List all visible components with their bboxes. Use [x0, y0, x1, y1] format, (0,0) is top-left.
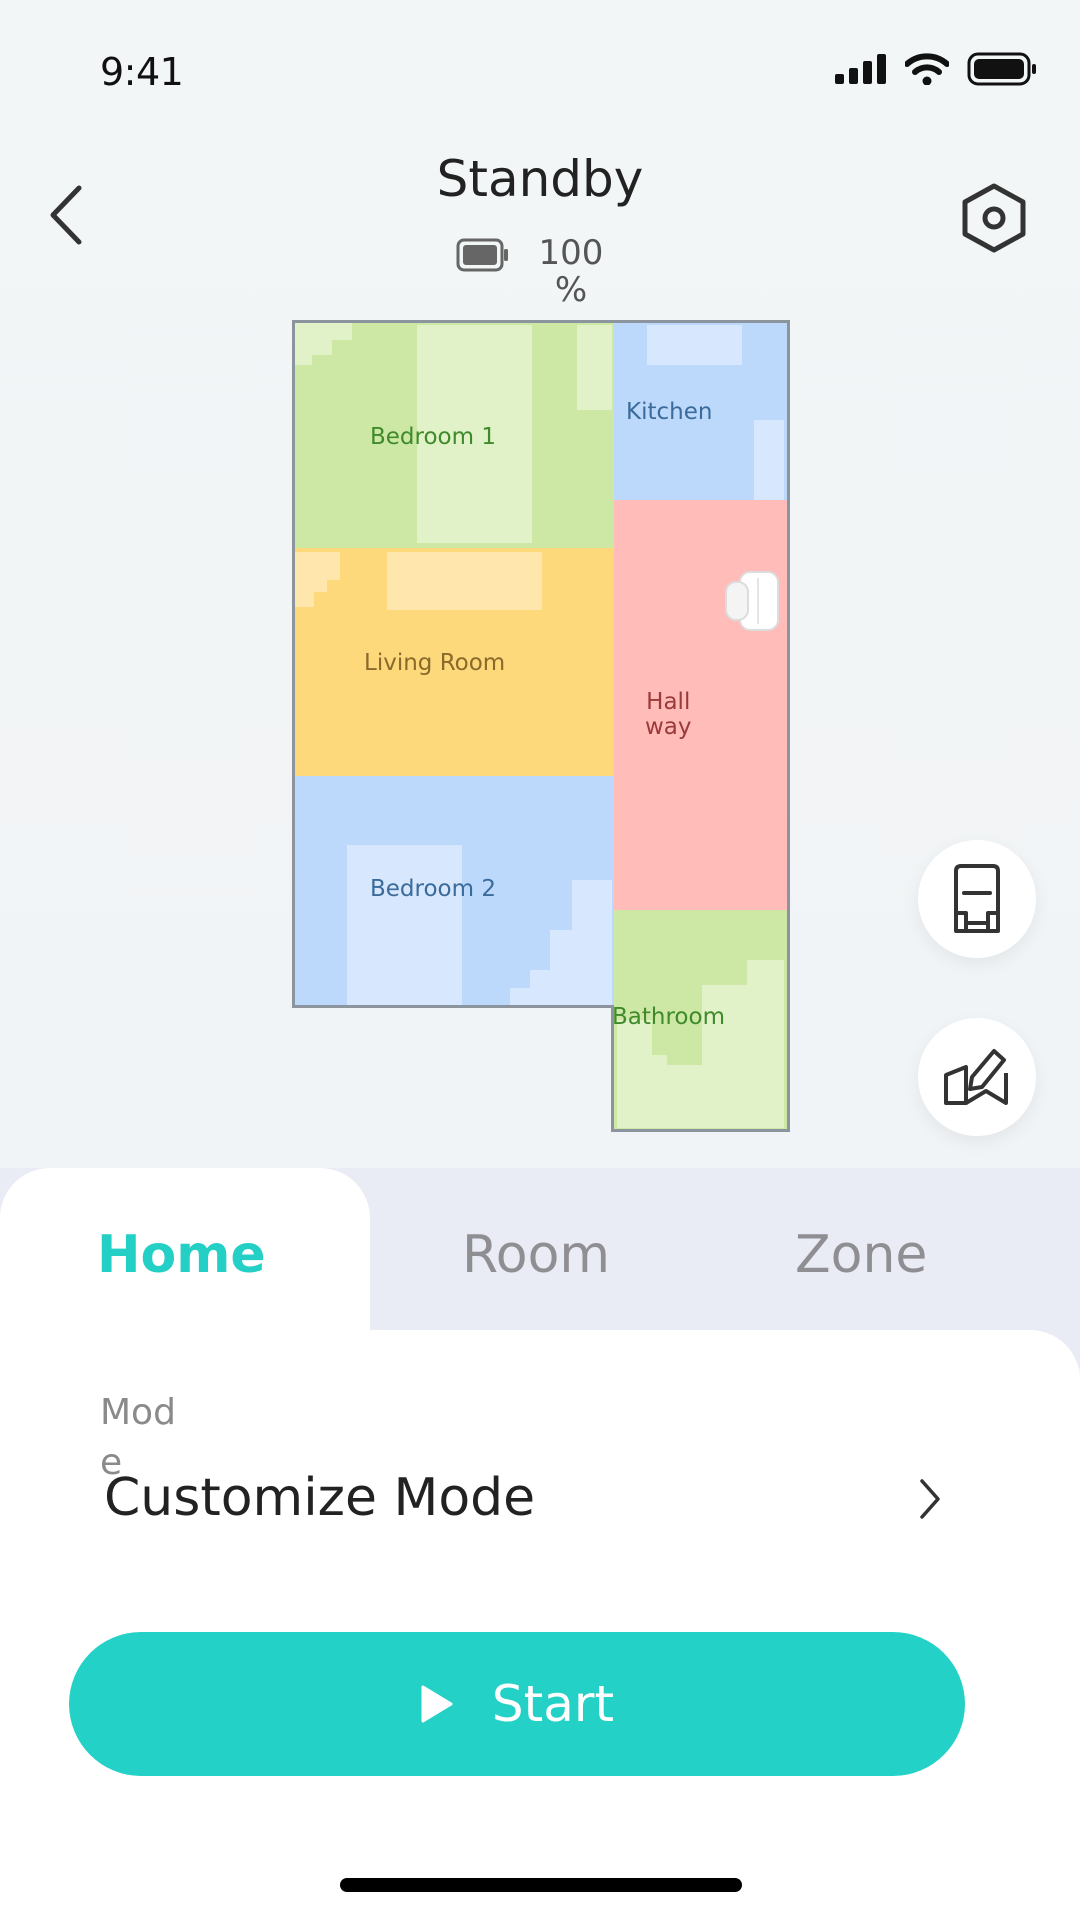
- robot-dock-icon: [725, 571, 779, 631]
- home-indicator[interactable]: [340, 1878, 742, 1892]
- app-screen: 9:41 Standby 100 % Bedroom 1 Kitchen Liv…: [0, 0, 1080, 1920]
- settings-hexagon-icon: [962, 183, 1026, 253]
- room-label-bedroom-1[interactable]: Bedroom 1: [370, 424, 496, 450]
- status-time: 9:41: [100, 50, 184, 94]
- chevron-right-icon: [920, 1479, 940, 1519]
- battery-icon: [456, 238, 508, 272]
- dock-button[interactable]: [918, 840, 1036, 958]
- mode-chevron-button[interactable]: [910, 1474, 950, 1524]
- battery-percentage: 100 %: [538, 233, 604, 310]
- cellular-signal-icon: [835, 54, 886, 84]
- tab-room[interactable]: Room: [462, 1225, 610, 1285]
- room-label-bedroom-2[interactable]: Bedroom 2: [370, 876, 496, 902]
- tab-home[interactable]: Home: [97, 1225, 266, 1285]
- map-edit-button[interactable]: [918, 1018, 1036, 1136]
- page-title: Standby: [436, 150, 644, 208]
- wifi-icon: [905, 53, 949, 85]
- play-icon: [421, 1685, 453, 1723]
- room-label-bathroom[interactable]: Bathroom: [612, 1004, 725, 1030]
- settings-button[interactable]: [956, 180, 1032, 256]
- room-label-living-room[interactable]: Living Room: [364, 650, 505, 676]
- room-label-kitchen[interactable]: Kitchen: [626, 399, 712, 425]
- map-edit-icon: [944, 1049, 1008, 1105]
- tab-zone[interactable]: Zone: [795, 1225, 927, 1285]
- mode-value[interactable]: Customize Mode: [104, 1468, 535, 1528]
- floor-map[interactable]: Bedroom 1 Kitchen Living Room Hall way B…: [292, 320, 790, 1132]
- battery-indicator: 100 %: [456, 235, 604, 309]
- room-label-hallway[interactable]: Hall way: [645, 690, 692, 740]
- charging-dock-icon: [954, 864, 1000, 933]
- start-button-label: Start: [491, 1675, 615, 1733]
- battery-status-icon: [967, 52, 1036, 86]
- start-button[interactable]: Start: [69, 1632, 965, 1776]
- status-icons: [835, 52, 1037, 86]
